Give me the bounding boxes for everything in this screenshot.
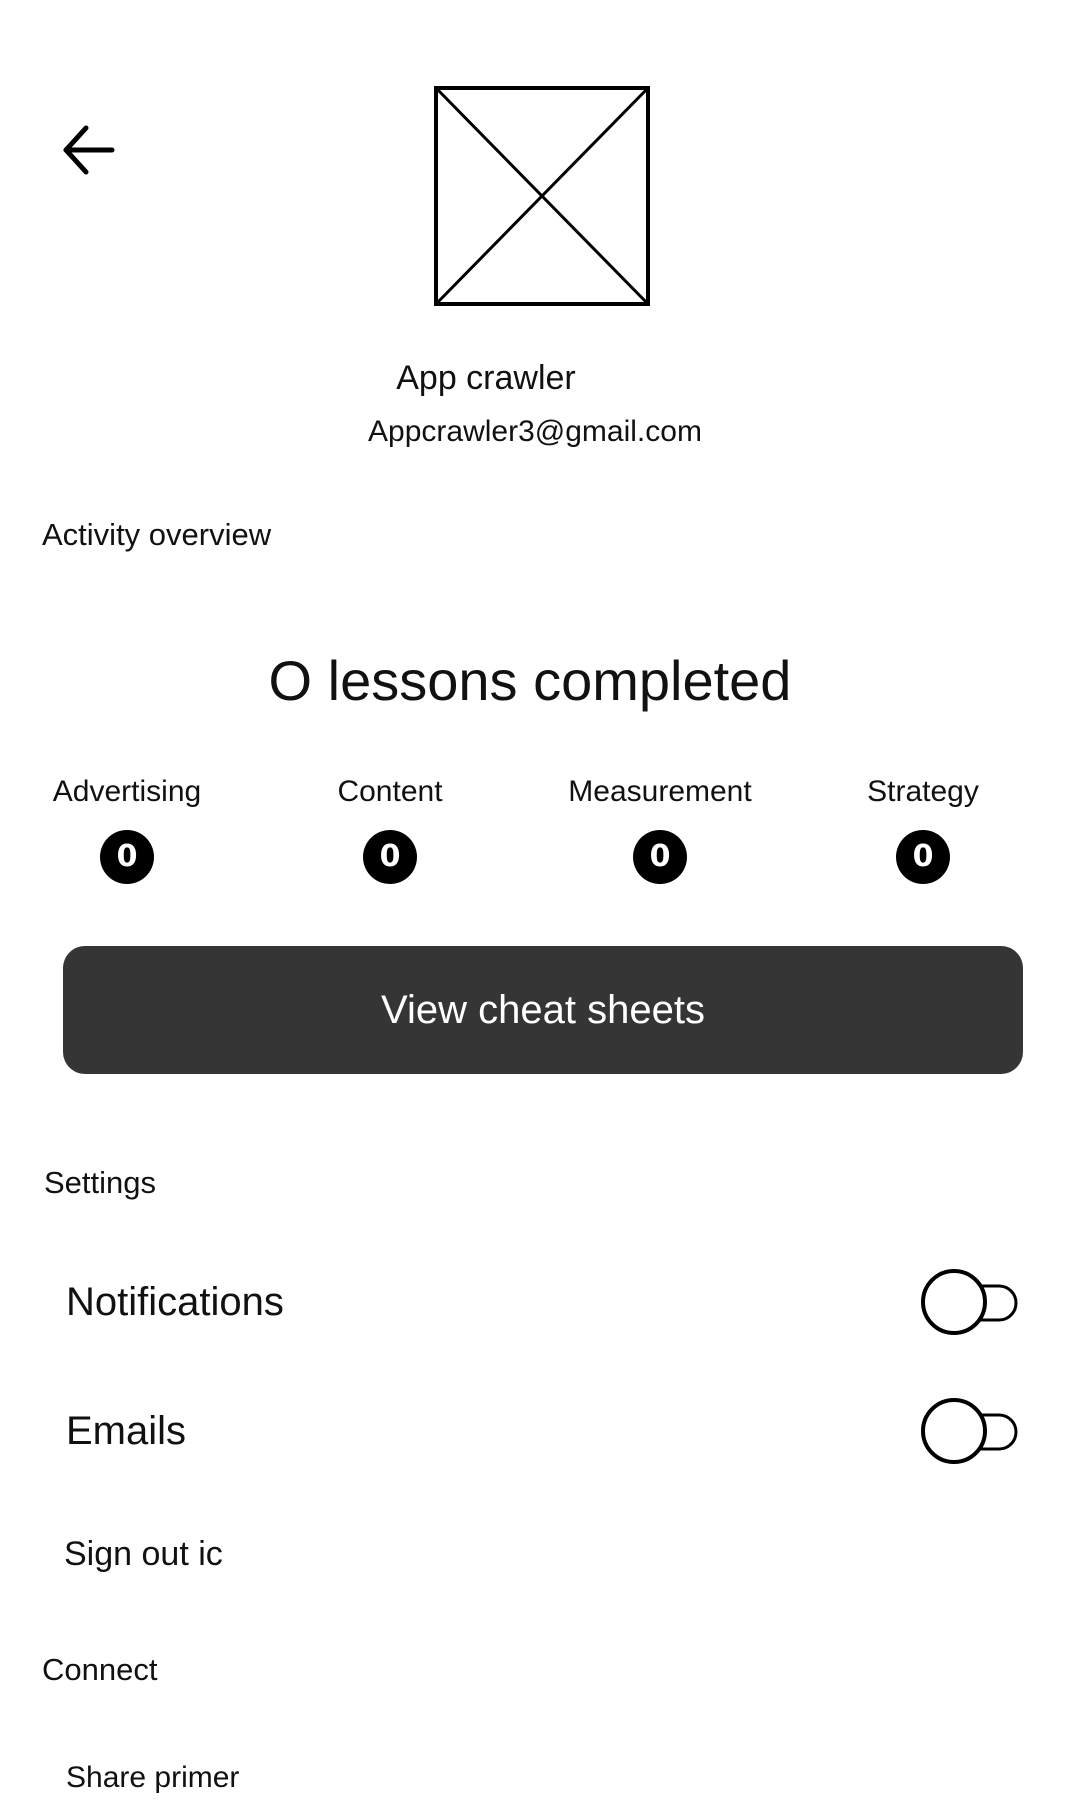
stat-label: Content — [337, 775, 443, 808]
stat-label: Measurement — [568, 775, 752, 808]
notifications-toggle[interactable] — [916, 1266, 1026, 1338]
notifications-label: Notifications — [66, 1279, 284, 1324]
stat-measurement: Measurement 0 — [540, 772, 780, 884]
stat-count-badge: 0 — [100, 830, 154, 884]
lessons-completed-text: O lessons completed — [268, 649, 792, 712]
stat-count-badge: 0 — [363, 830, 417, 884]
notifications-row: Notifications — [66, 1262, 1026, 1342]
emails-row: Emails — [66, 1391, 1026, 1471]
profile-email: Appcrawler3@gmail.com — [368, 415, 702, 448]
emails-label: Emails — [66, 1408, 187, 1453]
back-button[interactable] — [50, 118, 126, 182]
stat-label: Advertising — [52, 775, 202, 808]
view-cheat-sheets-button[interactable]: View cheat sheets — [63, 946, 1023, 1074]
profile-avatar — [434, 86, 650, 306]
emails-toggle[interactable] — [916, 1395, 1026, 1467]
connect-heading: Connect — [42, 1652, 158, 1687]
stat-content: Content 0 — [270, 772, 510, 884]
arrow-left-icon — [63, 125, 115, 175]
sign-out-button[interactable]: Sign out ic — [64, 1532, 223, 1576]
profile-name: App crawler — [396, 359, 576, 397]
stat-advertising: Advertising 0 — [7, 772, 247, 884]
activity-overview-heading: Activity overview — [42, 517, 272, 552]
stat-strategy: Strategy 0 — [803, 772, 1043, 884]
stat-count-badge: 0 — [633, 830, 687, 884]
image-placeholder-icon — [434, 86, 650, 306]
stat-label: Strategy — [867, 775, 979, 808]
share-primer-link[interactable]: Share primer — [66, 1758, 239, 1798]
stat-count-badge: 0 — [896, 830, 950, 884]
settings-heading: Settings — [44, 1165, 157, 1200]
